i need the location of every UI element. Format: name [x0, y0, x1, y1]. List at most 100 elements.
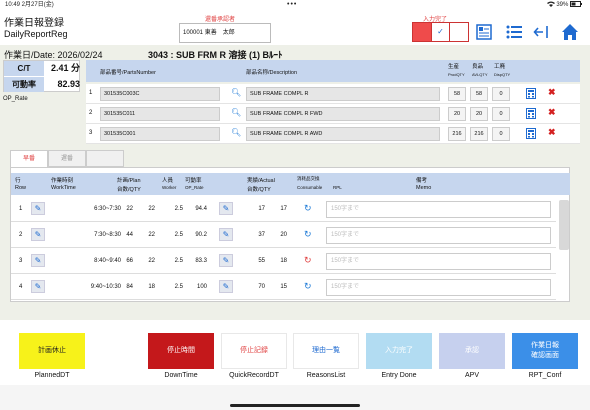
part-desc-field: SUB FRAME COMPL R FWD [246, 107, 440, 121]
edit-icon[interactable]: ✎ [31, 280, 45, 293]
status-dots: ••• [287, 1, 298, 8]
memo-field[interactable]: 150字まで [326, 201, 551, 218]
edit-icon[interactable]: ✎ [219, 228, 233, 241]
actual-qty: 18 [280, 258, 287, 264]
work-table-scrollbar[interactable] [559, 200, 569, 250]
edit-icon[interactable]: ✎ [31, 254, 45, 267]
work-row: 3 ✎ 8:40~9:40 66 22 2.5 83.3 ✎ 55 18 ↻ 1… [11, 250, 556, 274]
col-actual-en: 台数/QTY [247, 187, 271, 193]
prod-qty[interactable]: 216 [448, 127, 466, 141]
part-desc-field: SUB FRAME COMPL R AWD [246, 127, 440, 141]
home-indicator[interactable] [230, 404, 360, 407]
edit-icon[interactable]: ✎ [219, 280, 233, 293]
parts-row-num: 2 [89, 110, 93, 116]
work-row: 2 ✎ 7:30~8:30 44 22 2.5 90.2 ✎ 37 20 ↻ 1… [11, 224, 556, 248]
report-confirm-button[interactable]: 作業日報 確認画面 [512, 333, 578, 369]
edit-icon[interactable]: ✎ [31, 202, 45, 215]
approver-field[interactable]: 100001 東善 太郎 [179, 23, 271, 43]
status-bar: 10:49 2月27日(金) ••• 39% [0, 0, 590, 10]
memo-field[interactable]: 150字まで [326, 253, 551, 270]
work-row-num: 3 [19, 258, 23, 264]
col-defect-en: DispQTY [494, 72, 511, 77]
search-icon[interactable]: 🔍︎ [231, 128, 241, 137]
edit-icon[interactable]: ✎ [31, 228, 45, 241]
logout-icon[interactable] [533, 23, 551, 41]
search-icon[interactable]: 🔍︎ [231, 88, 241, 97]
good-qty[interactable]: 20 [470, 107, 488, 121]
page-title: 作業日報登録 [4, 18, 64, 29]
reasons-list-button[interactable]: 理由一覧 [293, 333, 359, 369]
home-icon[interactable] [561, 23, 579, 41]
edit-icon[interactable]: ✎ [219, 254, 233, 267]
plan-qty: 22 [148, 232, 155, 238]
work-time: 9:40~10:30 [90, 284, 121, 290]
op-rate-value: 82.93 [57, 79, 80, 89]
worker-count: 2.5 [174, 206, 183, 212]
actual-cumulative: 70 [258, 284, 265, 290]
work-time: 8:40~9:40 [94, 258, 121, 264]
swap-icon[interactable]: ↻ [304, 229, 312, 240]
work-row-num: 2 [19, 232, 23, 238]
col-oprate-jp: 可動率 [185, 178, 202, 184]
part-number-field[interactable]: 301535C011 [100, 107, 220, 121]
swap-icon[interactable]: ↻ [304, 281, 312, 292]
menu-icon[interactable] [505, 23, 523, 41]
tab-early-shift[interactable]: 早番 [10, 150, 48, 167]
parts-row: 1 301535C003C 🔍︎ SUB FRAME COMPL R 58 58… [86, 84, 580, 104]
ct-value: 2.41 分 [50, 63, 80, 73]
part-number-field[interactable]: 301535C001 [100, 127, 220, 141]
op-rate: 90.2 [195, 232, 207, 238]
col-part-number: 部品番号/PartsNumber [100, 70, 156, 76]
part-desc-field: SUB FRAME COMPL R [246, 87, 440, 101]
plan-qty: 22 [148, 258, 155, 264]
good-qty[interactable]: 58 [470, 87, 488, 101]
toggle-blank-segment[interactable] [449, 23, 468, 41]
edit-icon[interactable]: ✎ [219, 202, 233, 215]
worker-count: 2.5 [174, 284, 183, 290]
delete-icon[interactable]: ✖ [548, 127, 556, 138]
col-actual-jp: 実績/Actual [247, 178, 275, 184]
calculator-icon[interactable] [526, 108, 536, 119]
part-number-field[interactable]: 301535C003C [100, 87, 220, 101]
col-good-en: AVLQTY [472, 72, 488, 77]
work-table-header: 行 Row 作業時刻 WorkTime 計画/Plan 台数/QTY 人員 Wo… [11, 173, 570, 195]
plan-cumulative: 44 [126, 232, 133, 238]
col-worker-en: Worker [162, 185, 177, 190]
memo-field[interactable]: 150字まで [326, 227, 551, 244]
swap-icon[interactable]: ↻ [304, 203, 312, 214]
battery-status: 39% [546, 0, 582, 10]
swap-icon[interactable]: ↻ [304, 255, 312, 266]
defect-qty[interactable]: 0 [492, 87, 510, 101]
planned-dt-button[interactable]: 計画休止 [19, 333, 85, 369]
list-view-icon[interactable] [475, 23, 493, 41]
entry-done-toggle[interactable]: ✓ [412, 22, 469, 42]
good-qty[interactable]: 216 [470, 127, 488, 141]
calculator-icon[interactable] [526, 88, 536, 99]
delete-icon[interactable]: ✖ [548, 107, 556, 118]
defect-qty[interactable]: 0 [492, 107, 510, 121]
page-title-en: DailyReportReg [4, 29, 68, 39]
prod-qty[interactable]: 20 [448, 107, 466, 121]
op-rate: 100 [196, 284, 207, 290]
calculator-icon[interactable] [526, 128, 536, 139]
report-confirm-label: RPT_Conf [528, 372, 562, 379]
quick-record-button[interactable]: 停止記録 [221, 333, 287, 369]
approve-button[interactable]: 承認 [439, 333, 505, 369]
battery-icon [570, 1, 582, 8]
entry-done-button[interactable]: 入力完了 [366, 333, 432, 369]
memo-field[interactable]: 150字まで [326, 279, 551, 296]
defect-qty[interactable]: 0 [492, 127, 510, 141]
toggle-off-segment[interactable] [413, 23, 432, 41]
downtime-button[interactable]: 停止時間 [148, 333, 214, 369]
toggle-check-segment[interactable]: ✓ [431, 23, 450, 41]
op-rate: 83.3 [195, 258, 207, 264]
col-good: 良品 [472, 64, 484, 70]
prod-qty[interactable]: 58 [448, 87, 466, 101]
shift-tabs: 早番 遅番 [10, 150, 124, 167]
op-rate: 94.4 [195, 206, 207, 212]
delete-icon[interactable]: ✖ [548, 87, 556, 98]
actual-qty: 17 [280, 206, 287, 212]
tab-empty[interactable] [86, 150, 124, 167]
tab-late-shift[interactable]: 遅番 [48, 150, 86, 167]
search-icon[interactable]: 🔍︎ [231, 108, 241, 117]
